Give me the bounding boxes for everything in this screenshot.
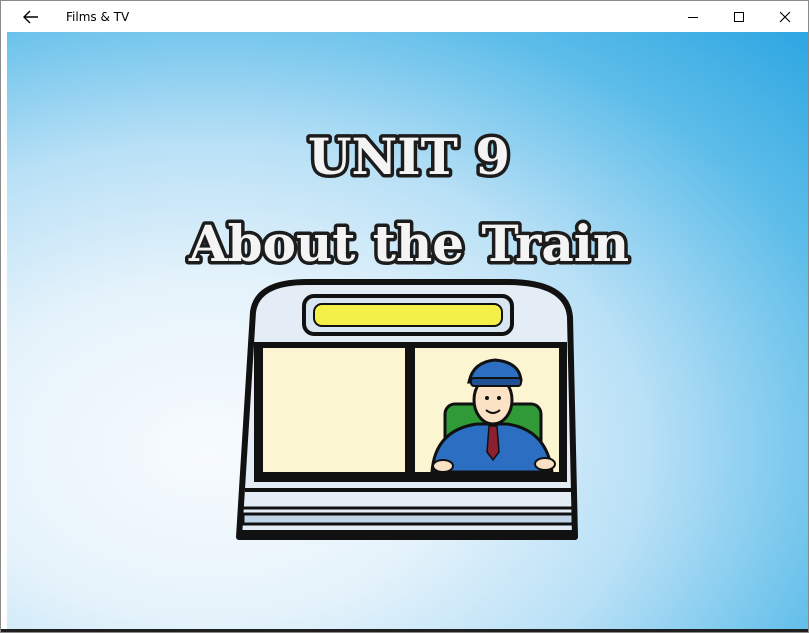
- bumper-band: [241, 512, 575, 526]
- maximize-button[interactable]: [716, 1, 762, 32]
- back-arrow-icon: [23, 10, 38, 24]
- driver-right-hand: [534, 457, 556, 471]
- close-button[interactable]: [762, 1, 808, 32]
- title-bar: Films & TV: [1, 1, 808, 32]
- train-headlight: [313, 303, 503, 327]
- player-bottom-edge: [1, 629, 808, 632]
- driver-left-hand: [432, 459, 454, 473]
- close-icon: [779, 11, 791, 22]
- driver-eye-left: [485, 396, 489, 400]
- train-illustration: [236, 279, 578, 540]
- films-tv-window: Films & TV UNIT 9 About the Train: [0, 0, 809, 633]
- train-left-window: [263, 348, 405, 472]
- maximize-icon: [734, 11, 744, 22]
- app-title: Films & TV: [66, 10, 130, 24]
- train-base: [239, 530, 577, 538]
- unit-title: UNIT 9: [308, 127, 510, 186]
- video-frame: UNIT 9 About the Train: [184, 124, 633, 540]
- driver-eye-right: [497, 396, 501, 400]
- lesson-title: About the Train: [188, 214, 629, 273]
- video-player[interactable]: UNIT 9 About the Train: [7, 32, 808, 629]
- driver-cap-brim: [470, 377, 522, 387]
- back-button[interactable]: [13, 4, 49, 30]
- minimize-icon: [688, 16, 698, 18]
- driver-tie: [486, 425, 500, 462]
- minimize-button[interactable]: [670, 1, 716, 32]
